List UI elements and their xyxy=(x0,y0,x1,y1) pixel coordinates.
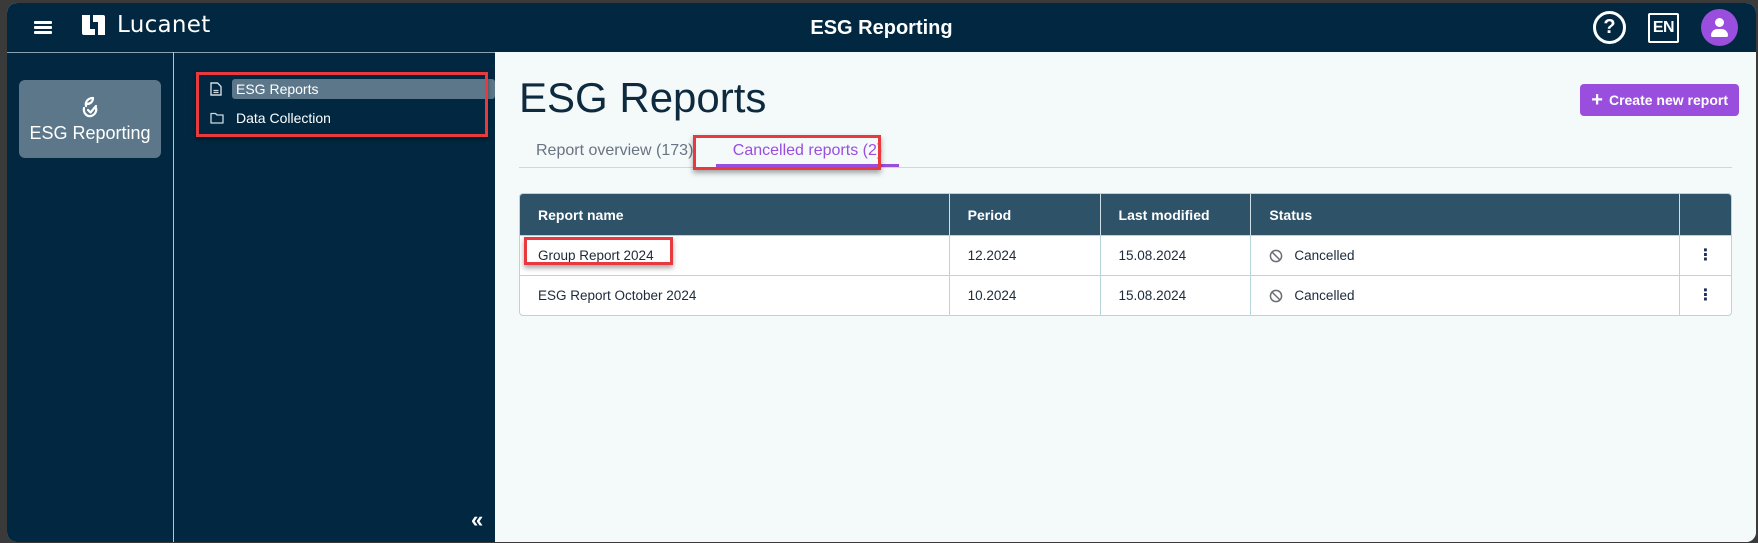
leaf-check-icon xyxy=(82,96,98,117)
user-icon xyxy=(1715,18,1724,27)
ban-icon xyxy=(1270,289,1283,302)
app-title: ESG Reporting xyxy=(810,17,953,39)
actions-cell: ⋮ xyxy=(1679,276,1731,315)
report-name-link[interactable]: Group Report 2024 xyxy=(538,248,654,263)
table-row[interactable]: Group Report 2024 12.2024 15.08.2024 Can… xyxy=(520,235,1731,275)
main-content: ESG Reports + Create new report Report o… xyxy=(495,52,1756,542)
help-icon[interactable]: ? xyxy=(1593,11,1626,44)
column-header-actions xyxy=(1679,194,1731,235)
status-badge: Cancelled xyxy=(1294,248,1355,263)
tab-report-overview[interactable]: Report overview (173) xyxy=(536,140,693,167)
column-header-last-modified[interactable]: Last modified xyxy=(1099,194,1251,235)
column-header-status[interactable]: Status xyxy=(1250,194,1679,235)
column-header-period[interactable]: Period xyxy=(948,194,1100,235)
status-cell: Cancelled xyxy=(1250,276,1679,315)
status-cell: Cancelled xyxy=(1250,236,1679,275)
more-vertical-icon[interactable]: ⋮ xyxy=(1698,287,1714,304)
user-avatar[interactable] xyxy=(1701,9,1738,46)
app-rail: ESG Reporting xyxy=(7,52,173,542)
last-modified-cell: 15.08.2024 xyxy=(1099,276,1251,315)
period-cell: 10.2024 xyxy=(948,276,1100,315)
tab-bar: Report overview (173) Cancelled reports … xyxy=(519,140,1732,168)
actions-cell: ⋮ xyxy=(1679,236,1731,275)
create-button-label: Create new report xyxy=(1608,92,1728,108)
language-button[interactable]: EN xyxy=(1648,12,1679,43)
more-vertical-icon[interactable]: ⋮ xyxy=(1698,247,1714,264)
period-cell: 12.2024 xyxy=(948,236,1100,275)
page-title: ESG Reports xyxy=(519,74,767,121)
last-modified-cell: 15.08.2024 xyxy=(1099,236,1251,275)
reports-table: Report name Period Last modified Status … xyxy=(519,193,1732,316)
plus-icon: + xyxy=(1591,89,1603,111)
report-name-link[interactable]: ESG Report October 2024 xyxy=(538,288,696,303)
table-header: Report name Period Last modified Status xyxy=(520,194,1731,235)
rail-item-esg-reporting[interactable]: ESG Reporting xyxy=(19,80,161,158)
nav-panel: ESG Reports Data Collection « xyxy=(174,52,495,542)
tab-cancelled-reports[interactable]: Cancelled reports (2) xyxy=(716,140,899,167)
collapse-sidebar-icon[interactable]: « xyxy=(471,509,483,531)
status-badge: Cancelled xyxy=(1294,288,1355,303)
report-name-cell: Group Report 2024 xyxy=(520,236,949,275)
table-row[interactable]: ESG Report October 2024 10.2024 15.08.20… xyxy=(520,275,1731,315)
app-window: Lucanet ESG Reporting ? EN ESG Reporting xyxy=(7,3,1756,542)
column-header-report-name[interactable]: Report name xyxy=(520,194,949,235)
highlight-box xyxy=(196,72,488,137)
ban-icon xyxy=(1270,249,1283,262)
top-bar: Lucanet ESG Reporting ? EN xyxy=(7,3,1756,52)
rail-item-label: ESG Reporting xyxy=(29,122,151,143)
report-name-cell: ESG Report October 2024 xyxy=(520,276,949,315)
header-actions: ? EN xyxy=(1593,9,1738,46)
create-new-report-button[interactable]: + Create new report xyxy=(1580,84,1739,116)
